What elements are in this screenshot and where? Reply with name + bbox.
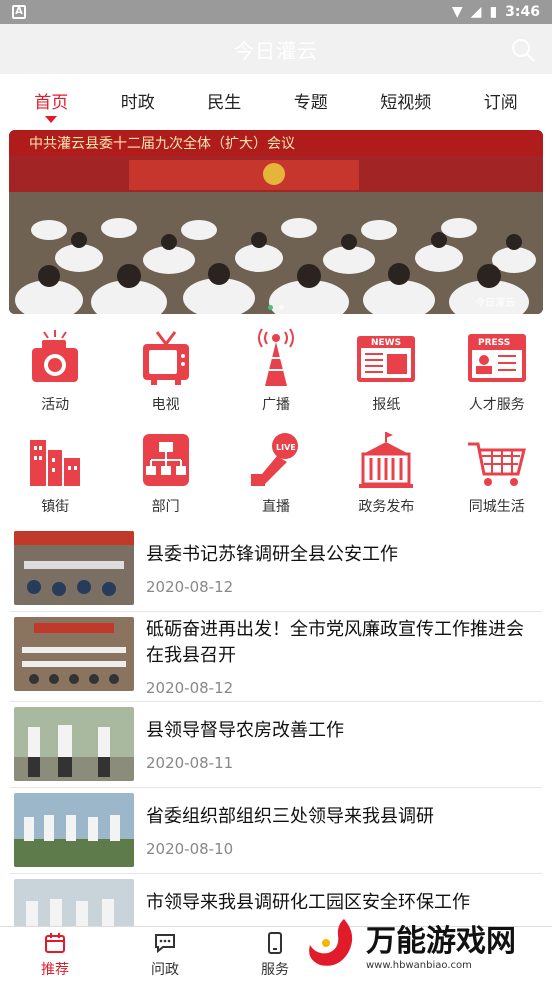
watermark-logo — [309, 919, 353, 966]
service-label: 广播 — [261, 397, 290, 413]
news-date: 2020-08-10 — [146, 839, 234, 858]
service-label: 报纸 — [372, 397, 401, 413]
app-header: 今日灌云 — [0, 24, 552, 74]
carousel-dot — [279, 305, 284, 310]
news-thumbnail — [14, 617, 134, 691]
service-newspaper[interactable]: NEWS 报纸 — [331, 328, 441, 414]
service-grid: 活动 电视 广播 NEWS 报纸 PRESS 人才服务 镇街 部门 LIVE 直… — [0, 314, 552, 516]
banner-caption: 中共灌云县委十二届九次全体（扩大）会议 — [29, 135, 295, 152]
nav-label: 推荐 — [41, 961, 69, 978]
news-title: 省委组织部组织三处领导来我县调研 — [146, 805, 434, 827]
tab-special[interactable]: 专题 — [288, 82, 334, 123]
government-building-icon — [359, 432, 414, 488]
news-thumbnail — [14, 793, 134, 867]
status-time: 3:46 — [505, 4, 540, 20]
watermark-url: www.hbwanbiao.com — [366, 959, 472, 971]
service-radio[interactable]: 广播 — [221, 328, 331, 414]
tab-livelihood[interactable]: 民生 — [201, 82, 247, 123]
service-live[interactable]: LIVE 直播 — [221, 430, 331, 516]
news-title: 县委书记苏锋调研全县公安工作 — [146, 543, 398, 565]
news-title: 砥砺奋进再出发！全市党风廉政宣传工作推进会在我县召开 — [146, 618, 524, 666]
news-item[interactable]: 砥砺奋进再出发！全市党风廉政宣传工作推进会在我县召开 2020-08-12 — [10, 612, 542, 702]
calendar-icon — [45, 932, 65, 953]
buildings-icon — [30, 440, 81, 486]
news-title: 县领导督导农房改善工作 — [146, 719, 344, 741]
service-local-life[interactable]: 同城生活 — [442, 430, 552, 516]
service-talent[interactable]: PRESS 人才服务 — [442, 328, 552, 414]
signal-icon: ◢ — [470, 4, 482, 20]
service-label: 政务发布 — [358, 499, 415, 515]
nav-label: 服务 — [261, 961, 289, 978]
nav-label: 问政 — [151, 961, 179, 978]
shopping-cart-icon — [467, 442, 526, 486]
news-date: 2020-08-12 — [146, 577, 234, 596]
watermark-name: 万能游戏网 — [366, 923, 516, 959]
app-title: 今日灌云 — [234, 38, 318, 63]
service-tv[interactable]: 电视 — [110, 328, 220, 414]
news-badge: NEWS — [371, 338, 401, 348]
camera-icon — [32, 330, 79, 382]
service-label: 活动 — [41, 397, 70, 413]
news-list: 县委书记苏锋调研全县公安工作 2020-08-12 砥砺奋进再出发！全市党风廉政… — [0, 516, 552, 960]
service-label: 同城生活 — [468, 499, 525, 515]
watermark: 万能游戏网 www.hbwanbiao.com — [304, 908, 544, 978]
carousel-dot-active — [268, 305, 273, 310]
service-gov-release[interactable]: 政务发布 — [331, 430, 441, 516]
microphone-icon: LIVE — [250, 433, 298, 486]
service-label: 人才服务 — [468, 397, 525, 413]
service-label: 镇街 — [41, 499, 70, 515]
status-bar: A ▼ ◢ ▮ 3:46 — [0, 0, 552, 24]
news-item[interactable]: 省委组织部组织三处领导来我县调研 2020-08-10 — [10, 788, 542, 874]
chat-icon — [155, 933, 175, 953]
news-item[interactable]: 县领导督导农房改善工作 2020-08-11 — [10, 702, 542, 788]
battery-icon: ▮ — [489, 4, 498, 20]
radio-tower-icon — [257, 328, 294, 386]
banner-source: 今日灌云 — [475, 296, 515, 309]
tab-politics[interactable]: 时政 — [115, 82, 161, 123]
banner-carousel[interactable]: 中共灌云县委十二届九次全体（扩大）会议 今日灌云 — [9, 130, 543, 314]
category-tabs: 首页 时政 民生 专题 短视频 订阅 — [0, 74, 552, 130]
service-label: 直播 — [261, 499, 290, 515]
org-chart-icon — [142, 434, 189, 486]
live-badge: LIVE — [276, 443, 296, 452]
news-item[interactable]: 县委书记苏锋调研全县公安工作 2020-08-12 — [10, 526, 542, 612]
tab-short-video[interactable]: 短视频 — [374, 82, 437, 123]
notification-app-icon: A — [12, 5, 26, 19]
news-date: 2020-08-12 — [146, 678, 234, 697]
service-label: 部门 — [151, 499, 180, 515]
wifi-icon: ▼ — [451, 4, 463, 20]
news-thumbnail — [14, 707, 134, 781]
newspaper-icon: NEWS — [357, 336, 416, 382]
banner-image: 中共灌云县委十二届九次全体（扩大）会议 今日灌云 — [9, 130, 543, 314]
news-thumbnail — [14, 531, 134, 605]
service-activity[interactable]: 活动 — [0, 328, 110, 414]
press-card-icon: PRESS — [467, 334, 526, 382]
service-departments[interactable]: 部门 — [110, 430, 220, 516]
nav-inquiry[interactable]: 问政 — [110, 927, 220, 982]
carousel-indicator — [268, 305, 284, 310]
tv-icon — [142, 331, 189, 385]
phone-icon — [268, 931, 282, 954]
press-badge: PRESS — [478, 338, 510, 348]
nav-recommend[interactable]: 推荐 — [0, 927, 110, 982]
tab-home[interactable]: 首页 — [28, 82, 74, 123]
news-date: 2020-08-11 — [146, 753, 234, 772]
service-label: 电视 — [151, 397, 180, 413]
search-icon[interactable] — [510, 37, 536, 63]
service-towns[interactable]: 镇街 — [0, 430, 110, 516]
tab-subscribe[interactable]: 订阅 — [478, 82, 524, 123]
